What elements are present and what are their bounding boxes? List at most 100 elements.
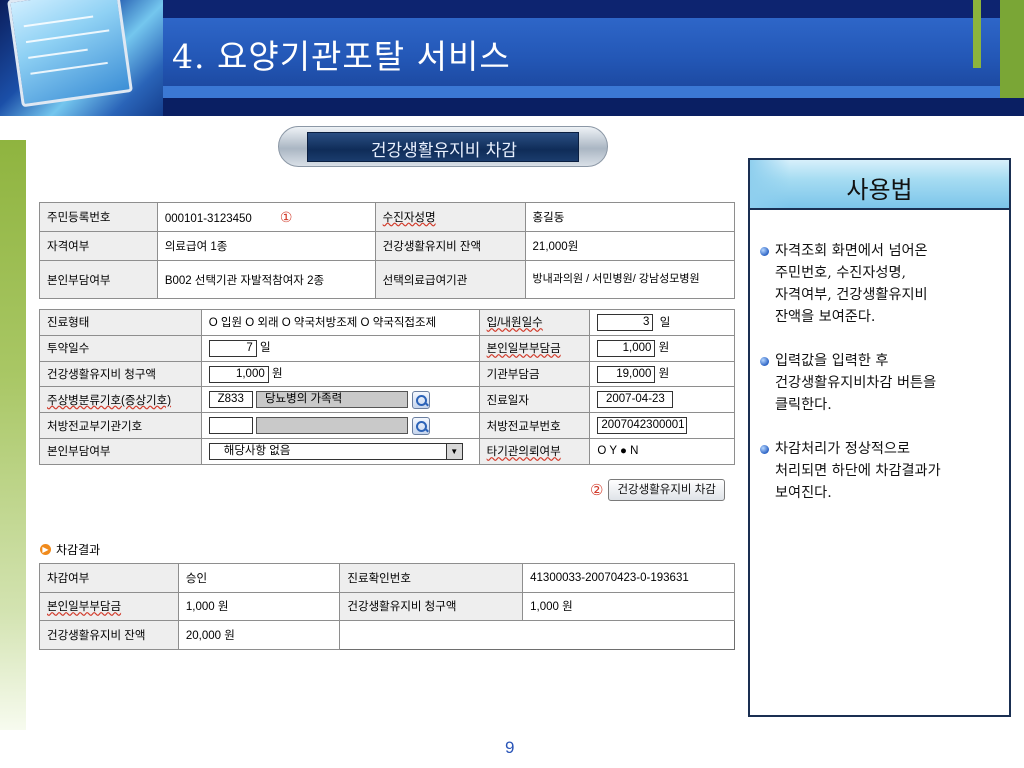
usage-step-3: 차감처리가 정상적으로 처리되면 하단에 차감결과가 보여진다. bbox=[775, 441, 941, 501]
section-title-inner: 건강생활유지비 차감 bbox=[307, 132, 579, 162]
header-top-bar bbox=[163, 0, 1024, 18]
self-burden-select[interactable]: 해당사항 없음 ▼ bbox=[208, 442, 463, 460]
treatment-date-cell: 2007-04-23 bbox=[589, 386, 735, 414]
list-item: 차감처리가 정상적으로 처리되면 하단에 차감결과가 보여진다. bbox=[760, 438, 1005, 504]
label-visit-days: 입/내원일수 bbox=[478, 309, 591, 336]
table-row: 건강생활유지비 잔액 20,000 원 bbox=[39, 620, 735, 650]
table-row: 투약일수 7 일 본인일부부담금 1,000 원 bbox=[39, 334, 735, 362]
value-deduction-status: 승인 bbox=[177, 563, 341, 593]
label-selected-institution: 선택의료급여기관 bbox=[374, 260, 526, 299]
header-stripe bbox=[163, 86, 1024, 98]
page-number: 9 bbox=[505, 738, 515, 757]
label-qualification: 자격여부 bbox=[39, 231, 158, 261]
treatment-date-input[interactable]: 2007-04-23 bbox=[597, 391, 674, 409]
label-prescribing-institution: 처방전교부기관기호 bbox=[39, 412, 202, 439]
left-accent-stripe bbox=[0, 140, 26, 730]
label-balance: 건강생활유지비 잔액 bbox=[374, 231, 526, 261]
slide-title: 4. 요양기관포탈 서비스 bbox=[172, 37, 511, 76]
visit-days-cell: 3 일 bbox=[589, 309, 735, 336]
label-self-burden: 본인부담여부 bbox=[39, 437, 202, 465]
header-accent-bar bbox=[973, 0, 981, 68]
screen-line bbox=[23, 15, 94, 28]
value-self-pay: B002 선택기관 자발적참여자 2종 bbox=[156, 260, 376, 299]
deduct-button[interactable]: 건강생활유지비 차감 bbox=[608, 479, 725, 501]
prescription-number-input[interactable]: 2007042300001 bbox=[597, 417, 688, 435]
other-institution-radio-group[interactable]: O Y ● N bbox=[589, 437, 735, 465]
unit-won: 원 bbox=[658, 368, 670, 381]
step1-marker: ① bbox=[279, 208, 293, 225]
arrow-right-icon: ▶ bbox=[40, 544, 51, 555]
label-self-pay: 본인부담여부 bbox=[39, 260, 158, 299]
prescription-number-cell: 2007042300001 bbox=[589, 412, 735, 439]
value-selected-institution: 방내과의원 / 서민병원/ 강남성모병원 bbox=[524, 260, 736, 299]
value-result-balance: 20,000 원 bbox=[177, 620, 341, 650]
label-prescription-number: 처방전교부번호 bbox=[478, 412, 591, 439]
label-treatment-date: 진료일자 bbox=[478, 386, 591, 414]
prescribing-institution-name bbox=[255, 417, 408, 435]
prescribing-institution-input[interactable] bbox=[208, 417, 253, 435]
self-burden-selected: 해당사항 없음 bbox=[223, 444, 291, 457]
value-patient-name: 홍길동 bbox=[524, 202, 736, 232]
value-qualification: 의료급여 1종 bbox=[156, 231, 376, 261]
disease-code-cell: Z833 당뇨병의 가족력 bbox=[200, 386, 480, 414]
claim-input[interactable]: 1,000 bbox=[208, 365, 269, 383]
table-row: 자격여부 의료급여 1종 건강생활유지비 잔액 21,000원 bbox=[39, 231, 736, 261]
disease-search-icon[interactable] bbox=[411, 390, 430, 409]
label-patient-name: 수진자성명 bbox=[374, 202, 526, 232]
value-balance: 21,000원 bbox=[524, 231, 736, 261]
unit-day: 일 bbox=[659, 316, 671, 329]
chevron-down-icon[interactable]: ▼ bbox=[445, 443, 462, 459]
bullet-icon bbox=[760, 357, 769, 366]
dose-days-cell: 7 일 bbox=[200, 334, 480, 362]
result-heading: ▶ 차감결과 bbox=[40, 541, 100, 558]
value-resident-number-cell: 000101-3123450 ① bbox=[156, 202, 376, 232]
unit-won: 원 bbox=[658, 342, 670, 355]
usage-panel-header: 사용법 bbox=[750, 160, 1009, 210]
table-row: 본인부담여부 B002 선택기관 자발적참여자 2종 선택의료급여기관 방내과의… bbox=[39, 260, 736, 299]
list-item: 자격조회 화면에서 넘어온 주민번호, 수진자성명, 자격여부, 건강생활유지비… bbox=[760, 240, 1005, 328]
label-disease-code: 주상병분류기호(증상기호) bbox=[39, 386, 202, 414]
value-confirmation-number: 41300033-20070423-0-193631 bbox=[522, 563, 735, 593]
value-result-claim: 1,000 원 bbox=[522, 591, 735, 621]
list-item: 입력값을 입력한 후 건강생활유지비차감 버튼을 클릭한다. bbox=[760, 350, 1005, 416]
table-row: 주상병분류기호(증상기호) Z833 당뇨병의 가족력 진료일자 2007-04… bbox=[39, 386, 735, 414]
left-corner bbox=[0, 116, 163, 140]
disease-code-input[interactable]: Z833 bbox=[208, 391, 253, 409]
usage-step-2: 입력값을 입력한 후 건강생활유지비차감 버튼을 클릭한다. bbox=[775, 353, 937, 413]
label-other-institution: 타기관의뢰여부 bbox=[478, 437, 591, 465]
table-row: 진료형태 O 입원 O 외래 O 약국처방조제 O 약국직접조제 입/내원일수 … bbox=[39, 309, 735, 336]
table-row: 처방전교부기관기호 처방전교부번호 2007042300001 bbox=[39, 412, 735, 439]
self-burden-cell: 해당사항 없음 ▼ bbox=[200, 437, 480, 465]
table-row: 차감여부 승인 진료확인번호 41300033-20070423-0-19363… bbox=[39, 563, 735, 593]
label-result-self-copay-text: 본인일부부담금 bbox=[47, 601, 122, 614]
label-other-institution-text: 타기관의뢰여부 bbox=[486, 446, 561, 459]
label-result-claim: 건강생활유지비 청구액 bbox=[339, 591, 524, 621]
visit-days-input[interactable]: 3 bbox=[597, 314, 654, 332]
usage-panel-body: 자격조회 화면에서 넘어온 주민번호, 수진자성명, 자격여부, 건강생활유지비… bbox=[760, 240, 1005, 526]
qualification-table: 주민등록번호 000101-3123450 ① 수진자성명 홍길동 자격여부 의료… bbox=[39, 202, 736, 299]
disease-name-field: 당뇨병의 가족력 bbox=[255, 391, 408, 409]
label-institution-burden: 기관부담금 bbox=[478, 360, 591, 388]
label-confirmation-number: 진료확인번호 bbox=[339, 563, 524, 593]
claim-cell: 1,000 원 bbox=[200, 360, 480, 388]
table-row: 주민등록번호 000101-3123450 ① 수진자성명 홍길동 bbox=[39, 202, 736, 232]
monitor-screen-icon bbox=[7, 0, 133, 108]
institution-burden-input[interactable]: 19,000 bbox=[597, 365, 656, 383]
institution-search-icon[interactable] bbox=[411, 416, 430, 435]
label-result-self-copay: 본인일부부담금 bbox=[39, 591, 179, 621]
label-self-copay-text: 본인일부부담금 bbox=[486, 343, 561, 356]
table-row: 건강생활유지비 청구액 1,000 원 기관부담금 19,000 원 bbox=[39, 360, 735, 388]
value-resident-number: 000101-3123450 bbox=[164, 212, 252, 225]
label-dose-days: 투약일수 bbox=[39, 334, 202, 362]
unit-day: 일 bbox=[259, 342, 271, 355]
treatment-type-radio-group[interactable]: O 입원 O 외래 O 약국처방조제 O 약국직접조제 bbox=[200, 309, 480, 336]
label-visit-days-text: 입/내원일수 bbox=[486, 317, 543, 330]
prescribing-institution-cell bbox=[200, 412, 480, 439]
label-patient-name-text: 수진자성명 bbox=[382, 212, 436, 224]
self-copay-input[interactable]: 1,000 bbox=[597, 339, 656, 357]
result-heading-text: 차감결과 bbox=[56, 543, 101, 557]
screen-line bbox=[28, 48, 88, 59]
dose-days-input[interactable]: 7 bbox=[208, 339, 257, 357]
screen-line bbox=[25, 29, 110, 44]
self-copay-cell: 1,000 원 bbox=[589, 334, 735, 362]
